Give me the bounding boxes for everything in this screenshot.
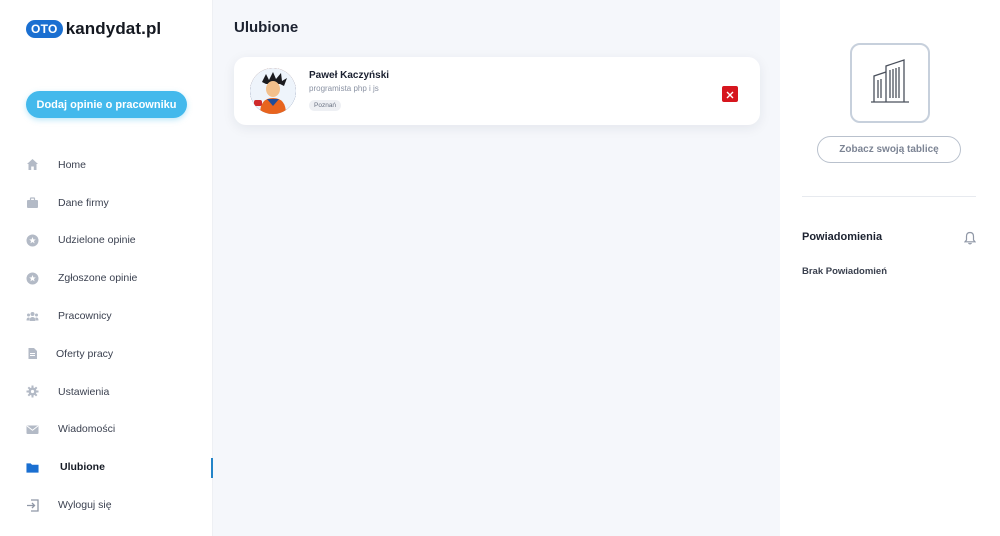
logo-badge: OTO: [26, 20, 63, 38]
sidebar-item-favorites[interactable]: Ulubione: [0, 448, 213, 486]
sidebar-item-label: Ulubione: [60, 461, 105, 474]
divider: [802, 196, 976, 197]
gear-icon: [26, 385, 39, 398]
favorite-name[interactable]: Paweł Kaczyński: [309, 70, 389, 81]
sidebar-item-settings[interactable]: Ustawienia: [0, 373, 213, 411]
star-icon: [26, 272, 39, 285]
sidebar-item-given-reviews[interactable]: Udzielone opinie: [0, 222, 213, 260]
document-icon: [26, 347, 39, 360]
close-icon: [726, 87, 734, 102]
logout-icon: [26, 498, 39, 512]
app: OTO kandydat.pl Dodaj opinie o pracownik…: [0, 0, 1000, 536]
notifications-empty-text: Brak Powiadomień: [802, 266, 887, 277]
bell-icon[interactable]: [963, 231, 978, 245]
sidebar-nav: Home Dane firmy Udzielone opinie Zgłoszo…: [0, 146, 213, 524]
favorite-role: programista php i js: [309, 84, 379, 93]
star-icon: [26, 234, 39, 247]
sidebar-item-logout[interactable]: Wyloguj się: [0, 486, 213, 524]
sidebar-item-employees[interactable]: Pracownicy: [0, 297, 213, 335]
notifications-title: Powiadomienia: [802, 231, 883, 243]
briefcase-icon: [26, 196, 39, 209]
right-panel: Zobacz swoją tablicę Powiadomienia Brak …: [780, 0, 1000, 536]
logo-text: kandydat.pl: [65, 19, 162, 38]
sidebar-item-label: Pracownicy: [58, 310, 112, 323]
sidebar-item-label: Dane firmy: [58, 196, 109, 209]
sidebar-item-company-data[interactable]: Dane firmy: [0, 184, 213, 222]
sidebar-item-label: Home: [58, 158, 87, 171]
logo[interactable]: OTO kandydat.pl: [26, 19, 161, 39]
sidebar-item-reported-reviews[interactable]: Zgłoszone opinie: [0, 259, 213, 297]
avatar: [250, 68, 296, 114]
sidebar-item-label: Oferty pracy: [56, 347, 114, 360]
page-title: Ulubione: [234, 19, 299, 36]
folder-icon: [26, 461, 39, 474]
sidebar-item-job-offers[interactable]: Oferty pracy: [0, 335, 213, 373]
sidebar-item-label: Udzielone opinie: [58, 234, 136, 247]
sidebar: OTO kandydat.pl Dodaj opinie o pracownik…: [0, 0, 213, 536]
remove-favorite-button[interactable]: [722, 86, 738, 102]
sidebar-item-label: Ustawienia: [58, 385, 110, 398]
home-icon: [26, 158, 39, 171]
envelope-icon: [26, 423, 39, 436]
users-icon: [26, 310, 39, 323]
location-tag: Poznań: [309, 100, 342, 111]
sidebar-item-label: Zgłoszone opinie: [58, 272, 138, 285]
company-logo-placeholder: [850, 43, 930, 123]
add-review-button[interactable]: Dodaj opinie o pracowniku: [26, 91, 187, 118]
sidebar-item-label: Wyloguj się: [58, 499, 112, 512]
building-icon: [870, 58, 910, 109]
sidebar-item-label: Wiadomości: [58, 423, 116, 436]
sidebar-item-messages[interactable]: Wiadomości: [0, 411, 213, 449]
main-content: Ulubione Paweł Kaczyński programista php…: [213, 0, 780, 536]
view-board-button[interactable]: Zobacz swoją tablicę: [817, 136, 961, 163]
sidebar-item-home[interactable]: Home: [0, 146, 213, 184]
favorite-card[interactable]: Paweł Kaczyński programista php i js Poz…: [234, 57, 760, 125]
